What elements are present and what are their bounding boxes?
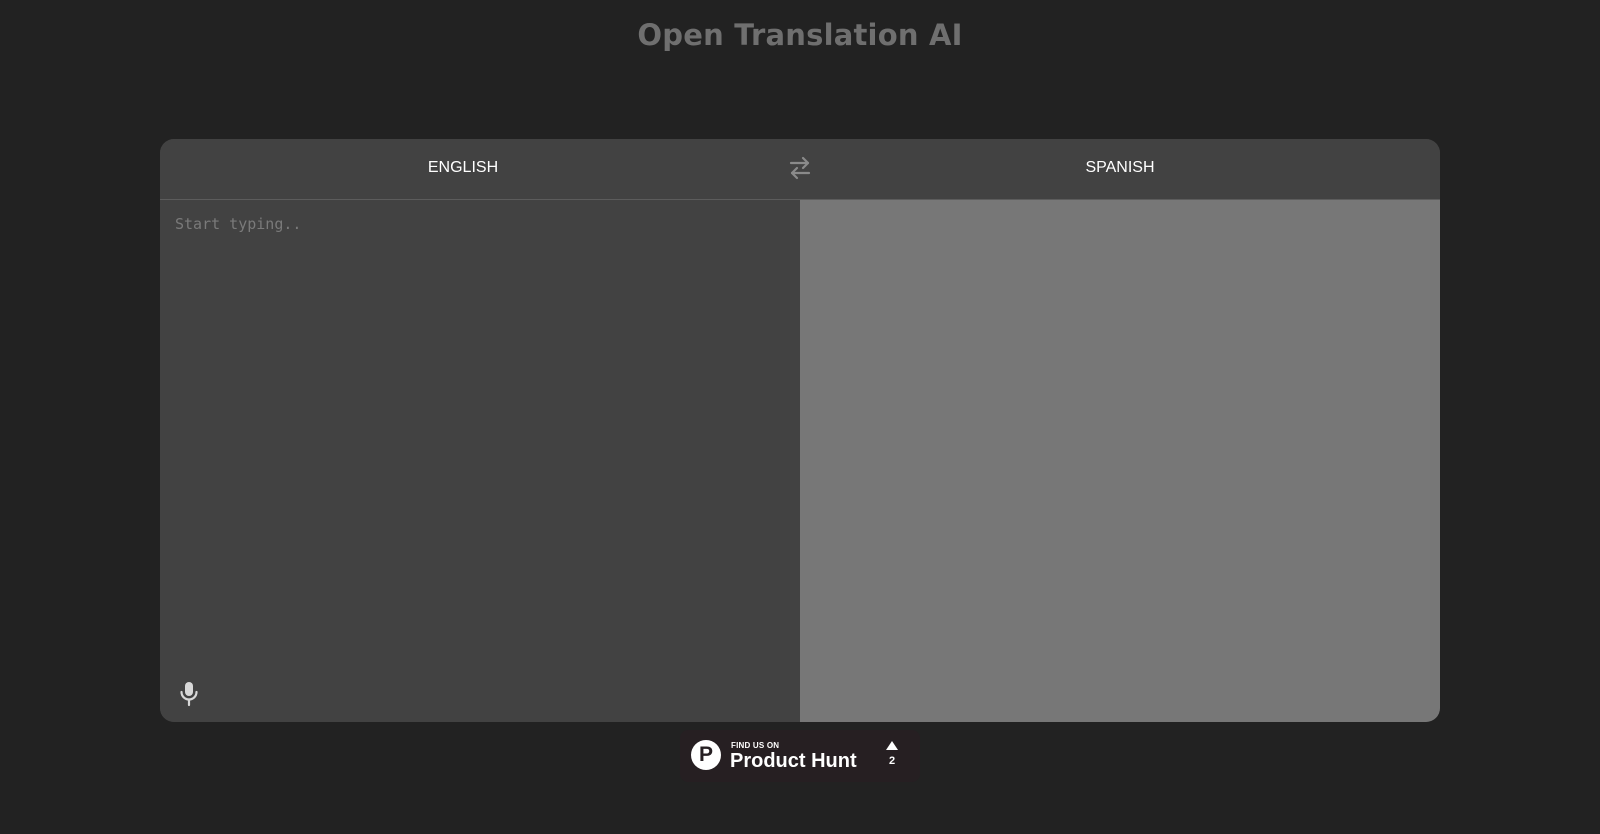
language-bar: ENGLISH SPANISH: [160, 139, 1440, 200]
page-title: Open Translation AI: [637, 18, 963, 52]
microphone-icon[interactable]: [178, 680, 200, 708]
translation-output-pane: [800, 200, 1440, 722]
source-text-input[interactable]: [160, 200, 800, 722]
translator-card: ENGLISH SPANISH: [160, 139, 1440, 722]
product-hunt-badge[interactable]: P FIND US ON Product Hunt 2: [680, 730, 920, 782]
badge-find-text: FIND US ON: [731, 741, 780, 750]
product-hunt-logo-icon: P: [691, 740, 721, 770]
source-language-selector[interactable]: ENGLISH: [303, 139, 623, 200]
upvote-count: 2: [888, 755, 896, 767]
source-pane: [160, 200, 800, 722]
swap-languages-icon[interactable]: [787, 154, 813, 182]
target-language-selector[interactable]: SPANISH: [960, 139, 1280, 200]
badge-name: Product Hunt: [730, 750, 857, 772]
upvote-triangle-icon: [886, 741, 898, 750]
